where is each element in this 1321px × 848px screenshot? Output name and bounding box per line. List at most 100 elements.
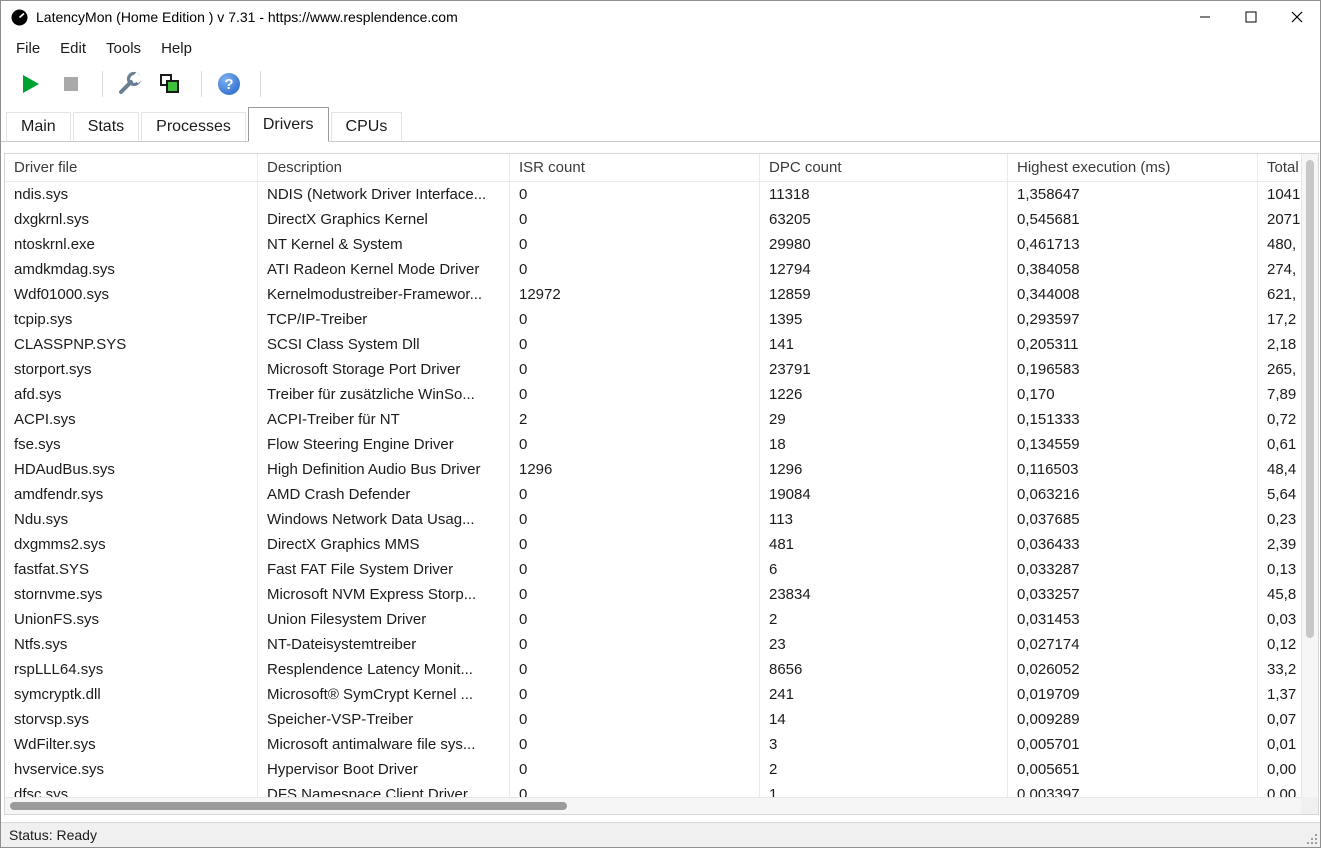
cell-description: NDIS (Network Driver Interface... xyxy=(258,182,510,207)
table-row[interactable]: WdFilter.sys Microsoft antimalware file s… xyxy=(5,732,1318,757)
cell-isr-count: 0 xyxy=(510,682,760,707)
table-row[interactable]: Ntfs.sys NT-Dateisystemtreiber 0 23 0,027174… xyxy=(5,632,1318,657)
start-monitor-button[interactable] xyxy=(13,68,49,100)
cell-description: SCSI Class System Dll xyxy=(258,332,510,357)
copy-icon xyxy=(159,73,181,95)
cell-dpc-count: 1226 xyxy=(760,382,1008,407)
horizontal-scrollbar-thumb[interactable] xyxy=(10,802,567,810)
table-row[interactable]: HDAudBus.sys High Definition Audio Bus Dr… xyxy=(5,457,1318,482)
table-row[interactable]: stornvme.sys Microsoft NVM Express Storp.… xyxy=(5,582,1318,607)
table-row[interactable]: Wdf01000.sys Kernelmodustreiber-Framewor.… xyxy=(5,282,1318,307)
copy-report-button[interactable] xyxy=(152,68,188,100)
menu-file[interactable]: File xyxy=(6,36,50,61)
close-button[interactable] xyxy=(1274,1,1320,33)
tab-cpus[interactable]: CPUs xyxy=(330,112,403,141)
table-row[interactable]: dfsc.sys DFS Namespace Client Driver 0 1 0,0… xyxy=(5,782,1318,797)
cell-description: Union Filesystem Driver xyxy=(258,607,510,632)
cell-isr-count: 0 xyxy=(510,357,760,382)
column-header-dpc-count[interactable]: DPC count xyxy=(760,154,1008,181)
toolbar: ? xyxy=(1,63,1320,105)
table-row[interactable]: ACPI.sys ACPI-Treiber für NT 2 29 0,151333 0,… xyxy=(5,407,1318,432)
cell-driver-file: rspLLL64.sys xyxy=(5,657,258,682)
cell-isr-count: 0 xyxy=(510,307,760,332)
cell-description: DirectX Graphics Kernel xyxy=(258,207,510,232)
cell-highest-execution-ms: 0,003397 xyxy=(1008,782,1258,797)
cell-isr-count: 0 xyxy=(510,182,760,207)
cell-dpc-count: 241 xyxy=(760,682,1008,707)
cell-dpc-count: 23 xyxy=(760,632,1008,657)
stop-monitor-button[interactable] xyxy=(53,68,89,100)
tab-main[interactable]: Main xyxy=(6,112,71,141)
table-row[interactable]: CLASSPNP.SYS SCSI Class System Dll 0 141 0,2… xyxy=(5,332,1318,357)
cell-description: Hypervisor Boot Driver xyxy=(258,757,510,782)
table-row[interactable]: hvservice.sys Hypervisor Boot Driver 0 2 0,0… xyxy=(5,757,1318,782)
table-row[interactable]: afd.sys Treiber für zusätzliche WinSo... 0… xyxy=(5,382,1318,407)
cell-isr-count: 0 xyxy=(510,382,760,407)
table-row[interactable]: amdfendr.sys AMD Crash Defender 0 19084 0,06… xyxy=(5,482,1318,507)
table-row[interactable]: storvsp.sys Speicher-VSP-Treiber 0 14 0,0092… xyxy=(5,707,1318,732)
cell-driver-file: ntoskrnl.exe xyxy=(5,232,258,257)
cell-description: Fast FAT File System Driver xyxy=(258,557,510,582)
cell-description: Speicher-VSP-Treiber xyxy=(258,707,510,732)
table-row[interactable]: ntoskrnl.exe NT Kernel & System 0 29980 0,46… xyxy=(5,232,1318,257)
cell-dpc-count: 1296 xyxy=(760,457,1008,482)
cell-dpc-count: 481 xyxy=(760,532,1008,557)
tab-stats[interactable]: Stats xyxy=(72,112,140,141)
menubar: File Edit Tools Help xyxy=(1,33,1320,63)
menu-edit[interactable]: Edit xyxy=(50,36,96,61)
table-row[interactable]: rspLLL64.sys Resplendence Latency Monit..… xyxy=(5,657,1318,682)
table-row[interactable]: symcryptk.dll Microsoft® SymCrypt Kernel … xyxy=(5,682,1318,707)
status-text: Status: Ready xyxy=(9,827,97,843)
menu-help[interactable]: Help xyxy=(151,36,202,61)
column-header-isr-count[interactable]: ISR count xyxy=(510,154,760,181)
cell-driver-file: symcryptk.dll xyxy=(5,682,258,707)
cell-isr-count: 0 xyxy=(510,557,760,582)
cell-isr-count: 0 xyxy=(510,582,760,607)
cell-description: TCP/IP-Treiber xyxy=(258,307,510,332)
cell-description: NT Kernel & System xyxy=(258,232,510,257)
table-row[interactable]: tcpip.sys TCP/IP-Treiber 0 1395 0,293597 17,2 xyxy=(5,307,1318,332)
table-row[interactable]: fse.sys Flow Steering Engine Driver 0 18 0,1… xyxy=(5,432,1318,457)
help-button[interactable]: ? xyxy=(211,68,247,100)
cell-driver-file: ACPI.sys xyxy=(5,407,258,432)
driver-table-body: ndis.sys NDIS (Network Driver Interface..… xyxy=(5,182,1318,797)
vertical-scrollbar-thumb[interactable] xyxy=(1306,160,1314,638)
cell-dpc-count: 6 xyxy=(760,557,1008,582)
horizontal-scrollbar[interactable] xyxy=(5,797,1301,814)
cell-driver-file: storvsp.sys xyxy=(5,707,258,732)
column-header-highest-execution[interactable]: Highest execution (ms) xyxy=(1008,154,1258,181)
table-row[interactable]: Ndu.sys Windows Network Data Usag... 0 113 0… xyxy=(5,507,1318,532)
cell-dpc-count: 14 xyxy=(760,707,1008,732)
table-row[interactable]: amdkmdag.sys ATI Radeon Kernel Mode Drive… xyxy=(5,257,1318,282)
table-row[interactable]: fastfat.SYS Fast FAT File System Driver 0 6… xyxy=(5,557,1318,582)
cell-description: Windows Network Data Usag... xyxy=(258,507,510,532)
column-header-driver-file[interactable]: Driver file xyxy=(5,154,258,181)
cell-isr-count: 0 xyxy=(510,207,760,232)
menu-tools[interactable]: Tools xyxy=(96,36,151,61)
table-row[interactable]: UnionFS.sys Union Filesystem Driver 0 2 0,03… xyxy=(5,607,1318,632)
table-row[interactable]: dxgkrnl.sys DirectX Graphics Kernel 0 63205… xyxy=(5,207,1318,232)
cell-highest-execution-ms: 0,545681 xyxy=(1008,207,1258,232)
cell-isr-count: 0 xyxy=(510,782,760,797)
column-header-description[interactable]: Description xyxy=(258,154,510,181)
maximize-button[interactable] xyxy=(1228,1,1274,33)
tab-processes[interactable]: Processes xyxy=(141,112,246,141)
resize-grip[interactable] xyxy=(1304,831,1318,845)
minimize-button[interactable] xyxy=(1182,1,1228,33)
cell-description: Microsoft antimalware file sys... xyxy=(258,732,510,757)
cell-driver-file: fse.sys xyxy=(5,432,258,457)
options-button[interactable] xyxy=(112,68,148,100)
tab-drivers[interactable]: Drivers xyxy=(247,107,329,142)
cell-isr-count: 0 xyxy=(510,507,760,532)
vertical-scrollbar[interactable] xyxy=(1301,154,1318,797)
cell-highest-execution-ms: 0,134559 xyxy=(1008,432,1258,457)
cell-driver-file: afd.sys xyxy=(5,382,258,407)
cell-highest-execution-ms: 0,026052 xyxy=(1008,657,1258,682)
cell-isr-count: 0 xyxy=(510,707,760,732)
minimize-icon xyxy=(1200,16,1210,18)
table-row[interactable]: storport.sys Microsoft Storage Port Drive… xyxy=(5,357,1318,382)
table-row[interactable]: dxgmms2.sys DirectX Graphics MMS 0 481 0,036… xyxy=(5,532,1318,557)
cell-description: ACPI-Treiber für NT xyxy=(258,407,510,432)
table-row[interactable]: ndis.sys NDIS (Network Driver Interface..… xyxy=(5,182,1318,207)
cell-description: Microsoft® SymCrypt Kernel ... xyxy=(258,682,510,707)
